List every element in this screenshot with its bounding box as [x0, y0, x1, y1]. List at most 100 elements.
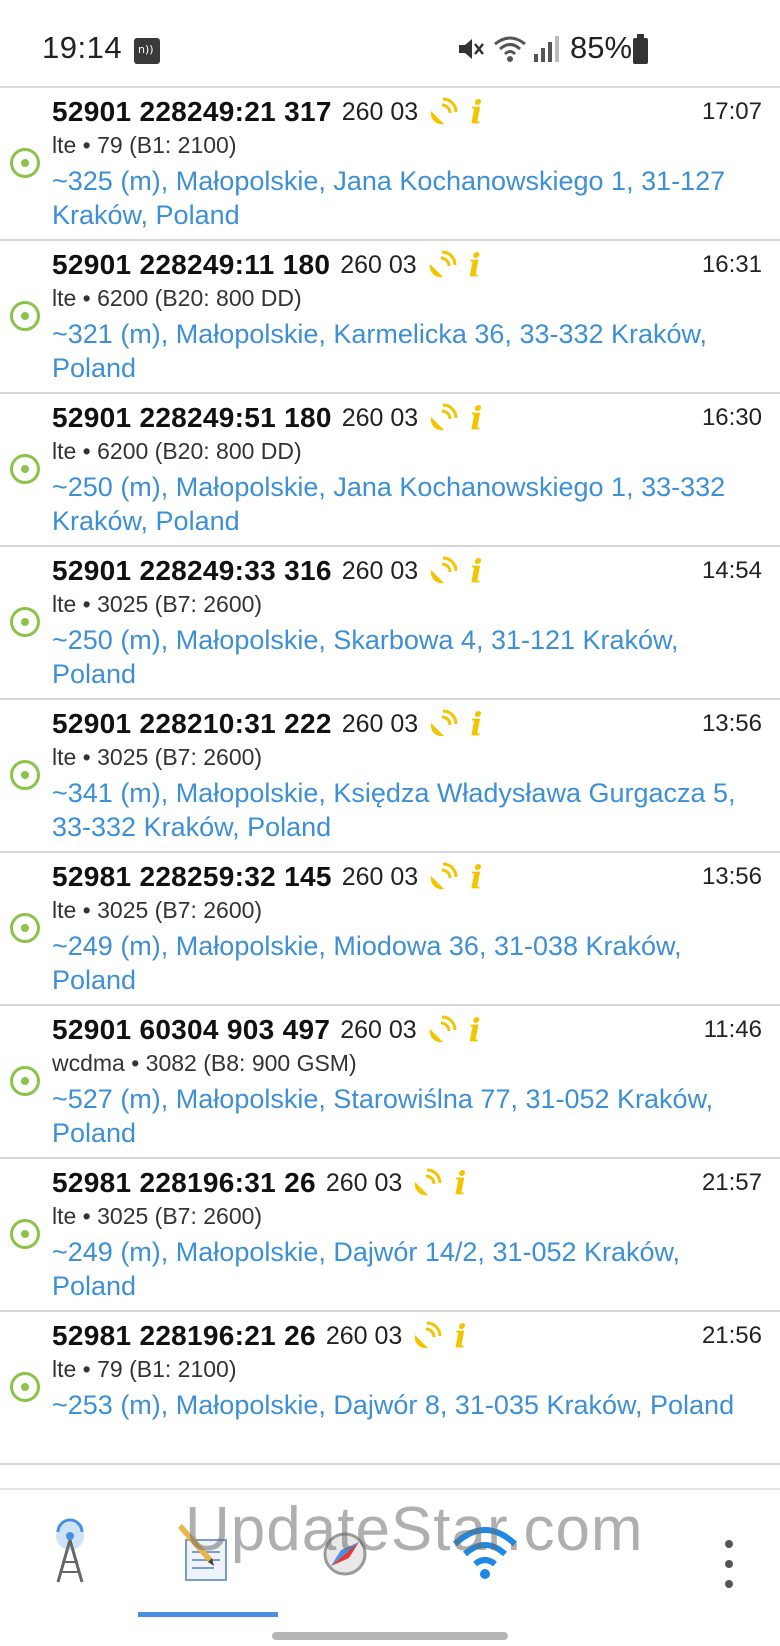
bottom-navigation — [0, 1488, 780, 1646]
info-icon[interactable]: i — [469, 249, 481, 281]
cell-tower-icon[interactable] — [30, 1510, 110, 1590]
row-time: 13:56 — [701, 863, 762, 890]
mcc-mnc: 260 03 — [341, 709, 419, 738]
mute-icon — [459, 39, 484, 59]
row-technology: lte • 6200 (B20: 800 DD) — [52, 438, 302, 464]
row-header: 52981 228196:21 26 260 03 i — [52, 1316, 467, 1356]
satellite-icon[interactable] — [427, 250, 457, 280]
location-marker-icon — [10, 1372, 40, 1402]
row-address[interactable]: ~325 (m), Małopolskie, Jana Kochanowskie… — [52, 164, 762, 232]
list-item[interactable]: 52901 228249:11 180 260 03 i 16:31 lte •… — [0, 241, 780, 394]
row-time: 11:46 — [703, 1016, 762, 1043]
row-header: 52981 228259:32 145 260 03 i — [52, 857, 482, 897]
active-tab-indicator — [138, 1612, 278, 1617]
row-time: 17:07 — [701, 98, 762, 125]
info-icon[interactable]: i — [470, 861, 482, 893]
row-header: 52901 228249:33 316 260 03 i — [52, 551, 482, 591]
list-item[interactable]: 52901 228249:51 180 260 03 i 16:30 lte •… — [0, 394, 780, 547]
list-item[interactable]: 52981 228196:21 26 260 03 i 21:56 lte • … — [0, 1312, 780, 1465]
cell-id: 52981 228196:21 26 — [52, 1320, 316, 1351]
list-item[interactable]: 52901 228210:31 222 260 03 i 13:56 lte •… — [0, 700, 780, 853]
row-time: 13:56 — [701, 710, 762, 737]
row-header: 52901 228249:11 180 260 03 i — [52, 245, 481, 285]
status-bar: 19:14 85% — [0, 0, 780, 88]
cell-id: 52981 228259:32 145 — [52, 861, 332, 892]
row-technology: lte • 3025 (B7: 2600) — [52, 591, 263, 617]
row-technology: wcdma • 3082 (B8: 900 GSM) — [52, 1050, 357, 1076]
list-item[interactable]: 52901 228249:33 316 260 03 i 14:54 lte •… — [0, 547, 780, 700]
satellite-icon[interactable] — [412, 1168, 442, 1198]
mcc-mnc: 260 03 — [340, 250, 417, 279]
satellite-icon[interactable] — [428, 862, 458, 892]
overflow-menu-icon[interactable] — [715, 1540, 745, 1590]
row-header: 52901 228249:21 317 260 03 i — [52, 92, 482, 132]
mcc-mnc: 260 03 — [341, 403, 419, 432]
location-marker-icon — [10, 760, 40, 790]
row-technology: lte • 79 (B1: 2100) — [52, 1356, 237, 1382]
row-header: 52981 228196:31 26 260 03 i — [52, 1163, 467, 1203]
row-header: 52901 228249:51 180 260 03 i — [52, 398, 482, 438]
list-item[interactable]: 52901 228249:21 317 260 03 i 17:07 lte •… — [0, 88, 780, 241]
mcc-mnc: 260 03 — [341, 862, 419, 891]
row-technology: lte • 3025 (B7: 2600) — [52, 1203, 263, 1229]
mcc-mnc: 260 03 — [341, 556, 419, 585]
row-header: 52901 228210:31 222 260 03 i — [52, 704, 482, 744]
info-icon[interactable]: i — [469, 1014, 481, 1046]
row-time: 14:54 — [701, 557, 762, 584]
location-marker-icon — [10, 148, 40, 178]
location-marker-icon — [10, 1219, 40, 1249]
cell-id: 52901 60304 903 497 — [52, 1014, 331, 1045]
row-address[interactable]: ~253 (m), Małopolskie, Dajwór 8, 31-035 … — [52, 1388, 762, 1422]
cell-id: 52901 228249:51 180 — [52, 402, 332, 433]
status-time: 19:14 — [42, 30, 123, 65]
satellite-icon[interactable] — [428, 709, 458, 739]
row-address[interactable]: ~341 (m), Małopolskie, Księdza Władysław… — [52, 776, 762, 844]
cell-log-list: 52901 228249:21 317 260 03 i 17:07 lte •… — [0, 88, 780, 1465]
row-technology: lte • 3025 (B7: 2600) — [52, 897, 263, 923]
cell-id: 52901 228210:31 222 — [52, 708, 332, 739]
cell-id: 52901 228249:33 316 — [52, 555, 332, 586]
row-time: 16:30 — [701, 404, 762, 431]
mcc-mnc: 260 03 — [325, 1168, 403, 1197]
signal-icon — [534, 36, 559, 62]
list-item[interactable]: 52981 228259:32 145 260 03 i 13:56 lte •… — [0, 853, 780, 1006]
row-address[interactable]: ~249 (m), Małopolskie, Dajwór 14/2, 31-0… — [52, 1235, 762, 1303]
mcc-mnc: 260 03 — [325, 1321, 403, 1350]
row-address[interactable]: ~250 (m), Małopolskie, Skarbowa 4, 31-12… — [52, 623, 762, 691]
info-icon[interactable]: i — [454, 1320, 466, 1352]
cell-id: 52901 228249:21 317 — [52, 96, 332, 127]
info-icon[interactable]: i — [470, 555, 482, 587]
wifi-icon[interactable] — [445, 1510, 525, 1590]
row-address[interactable]: ~250 (m), Małopolskie, Jana Kochanowskie… — [52, 470, 762, 538]
satellite-icon[interactable] — [428, 403, 458, 433]
row-technology: lte • 3025 (B7: 2600) — [52, 744, 263, 770]
info-icon[interactable]: i — [470, 402, 482, 434]
satellite-icon[interactable] — [412, 1321, 442, 1351]
location-marker-icon — [10, 1066, 40, 1096]
satellite-icon[interactable] — [428, 556, 458, 586]
log-icon[interactable] — [168, 1510, 248, 1590]
home-gesture-bar[interactable] — [272, 1632, 508, 1640]
location-marker-icon — [10, 607, 40, 637]
mcc-mnc: 260 03 — [340, 1015, 417, 1044]
row-address[interactable]: ~527 (m), Małopolskie, Starowiślna 77, 3… — [52, 1082, 762, 1150]
row-header: 52901 60304 903 497 260 03 i — [52, 1010, 481, 1050]
info-icon[interactable]: i — [470, 96, 482, 128]
location-marker-icon — [10, 301, 40, 331]
satellite-icon[interactable] — [427, 1015, 457, 1045]
info-icon[interactable]: i — [470, 708, 482, 740]
location-marker-icon — [10, 913, 40, 943]
row-time: 21:56 — [701, 1322, 762, 1349]
list-item[interactable]: 52901 60304 903 497 260 03 i 11:46 wcdma… — [0, 1006, 780, 1159]
location-marker-icon — [10, 454, 40, 484]
mcc-mnc: 260 03 — [341, 97, 419, 126]
info-icon[interactable]: i — [454, 1167, 466, 1199]
row-address[interactable]: ~249 (m), Małopolskie, Miodowa 36, 31-03… — [52, 929, 762, 997]
battery-icon — [633, 34, 648, 64]
compass-icon[interactable] — [305, 1510, 385, 1590]
row-address[interactable]: ~321 (m), Małopolskie, Karmelicka 36, 33… — [52, 317, 762, 385]
battery-percentage: 85% — [570, 30, 633, 65]
row-time: 21:57 — [701, 1169, 762, 1196]
satellite-icon[interactable] — [428, 97, 458, 127]
list-item[interactable]: 52981 228196:31 26 260 03 i 21:57 lte • … — [0, 1159, 780, 1312]
